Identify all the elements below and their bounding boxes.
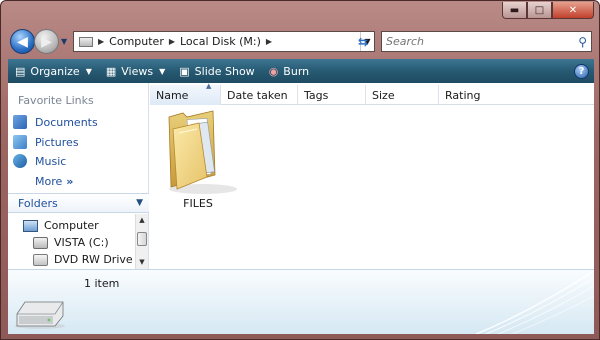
- breadcrumb-chevron-icon[interactable]: ▶: [167, 37, 177, 46]
- tree-scrollbar[interactable]: ▲ ▼: [135, 214, 148, 269]
- address-row: ◀ ▶ ▼ ▶ Computer ▶ Local Disk (M:) ▶ ▼ ⇆…: [1, 25, 599, 57]
- favorite-pictures[interactable]: Pictures: [13, 133, 79, 151]
- slideshow-label: Slide Show: [194, 64, 255, 78]
- column-headers: ▲ Name Date taken Tags Size Rating: [150, 82, 594, 105]
- dvd-drive-icon: [33, 253, 48, 266]
- item-count: 1 item: [84, 277, 120, 290]
- scrollbar-thumb[interactable]: [137, 232, 147, 246]
- search-icon[interactable]: ⚲: [578, 35, 587, 49]
- column-rating[interactable]: Rating: [439, 85, 512, 105]
- documents-icon: [13, 115, 27, 129]
- more-label: More: [35, 175, 63, 188]
- tree-item-computer[interactable]: Computer: [23, 217, 99, 234]
- minimize-button[interactable]: ▬: [502, 2, 527, 19]
- column-label: Date taken: [227, 88, 288, 102]
- burn-label: Burn: [283, 64, 310, 78]
- views-icon: ▦: [105, 64, 117, 78]
- file-item-files[interactable]: FILES: [153, 105, 243, 215]
- forward-arrow-icon: ▶: [41, 33, 52, 50]
- tree-item-label: VISTA (C:): [54, 236, 109, 249]
- scroll-down-icon[interactable]: ▼: [136, 257, 148, 268]
- column-name[interactable]: ▲ Name: [150, 82, 221, 105]
- window-controls: ▬ □ ✕: [502, 2, 594, 19]
- chevron-down-icon: ▼: [136, 198, 143, 208]
- computer-icon: [23, 219, 38, 232]
- burn-button[interactable]: ◉ Burn: [262, 59, 316, 83]
- column-label: Rating: [445, 88, 481, 102]
- tree-item-dvd[interactable]: DVD RW Drive (D: [33, 251, 135, 268]
- double-chevron-icon: »: [66, 175, 74, 188]
- organize-button[interactable]: ▤ Organize ▼: [8, 59, 99, 83]
- explorer-window: ▬ □ ✕ ◀ ▶ ▼ ▶ Computer ▶ Local Disk (M:)…: [0, 0, 600, 340]
- back-arrow-icon: ◀: [17, 33, 28, 50]
- column-label: Name: [156, 88, 189, 102]
- navigation-pane: Favorite Links Documents Pictures Music …: [8, 83, 149, 269]
- burn-disc-icon: ◉: [268, 64, 279, 78]
- title-bar[interactable]: ▬ □ ✕: [1, 1, 599, 25]
- folder-tree: Computer VISTA (C:) DVD RW Drive (D: [8, 214, 135, 269]
- hard-drive-icon: [33, 236, 48, 249]
- organize-icon: ▤: [15, 64, 26, 78]
- slideshow-icon: ▣: [179, 64, 190, 78]
- favorite-links-header: Favorite Links: [18, 94, 94, 107]
- folders-toggle[interactable]: Folders ▼: [8, 193, 149, 213]
- views-button[interactable]: ▦ Views ▼: [99, 59, 172, 83]
- back-button[interactable]: ◀: [10, 29, 35, 54]
- search-input[interactable]: [386, 35, 566, 48]
- address-bar[interactable]: ▶ Computer ▶ Local Disk (M:) ▶ ▼: [73, 31, 375, 52]
- client-area: Favorite Links Documents Pictures Music …: [8, 82, 594, 269]
- tree-item-vista[interactable]: VISTA (C:): [33, 234, 109, 251]
- breadcrumb-chevron-icon[interactable]: ▶: [96, 37, 106, 46]
- column-label: Size: [372, 88, 395, 102]
- dropdown-arrow-icon: ▼: [159, 66, 166, 76]
- pictures-icon: [13, 135, 27, 149]
- favorite-label: Documents: [35, 115, 98, 129]
- computer-icon: [79, 36, 93, 47]
- close-button[interactable]: ✕: [552, 2, 594, 19]
- slideshow-button[interactable]: ▣ Slide Show: [172, 59, 261, 83]
- file-name: FILES: [183, 197, 213, 210]
- favorite-music[interactable]: Music: [13, 152, 66, 170]
- hard-drive-icon: [15, 301, 65, 329]
- breadcrumb-chevron-icon[interactable]: ▶: [264, 37, 274, 46]
- favorite-documents[interactable]: Documents: [13, 113, 98, 131]
- more-links[interactable]: More»: [35, 175, 73, 188]
- scroll-up-icon[interactable]: ▲: [136, 215, 148, 226]
- music-icon: [13, 154, 27, 168]
- views-label: Views: [121, 64, 154, 78]
- refresh-button[interactable]: ⇆: [353, 32, 373, 51]
- details-pane: 1 item: [8, 269, 594, 334]
- sort-ascending-icon: ▲: [206, 82, 212, 90]
- folders-label: Folders: [18, 196, 58, 210]
- column-label: Tags: [304, 88, 329, 102]
- decorative-swoosh: [474, 271, 594, 334]
- breadcrumb-local-disk[interactable]: Local Disk (M:): [177, 35, 264, 48]
- dropdown-arrow-icon: ▼: [85, 66, 92, 76]
- column-size[interactable]: Size: [366, 85, 439, 105]
- column-date-taken[interactable]: Date taken: [221, 85, 298, 105]
- tree-item-label: Computer: [44, 219, 99, 232]
- favorite-label: Pictures: [35, 135, 79, 149]
- command-bar: ▤ Organize ▼ ▦ Views ▼ ▣ Slide Show ◉ Bu…: [8, 59, 594, 83]
- forward-button[interactable]: ▶: [34, 29, 59, 54]
- breadcrumb-computer[interactable]: Computer: [106, 35, 167, 48]
- recent-pages-dropdown[interactable]: ▼: [61, 37, 67, 46]
- folder-icon: [168, 110, 237, 194]
- column-tags[interactable]: Tags: [298, 85, 366, 105]
- search-box[interactable]: ⚲: [381, 31, 592, 52]
- file-list: ▲ Name Date taken Tags Size Rating FILES: [150, 82, 594, 269]
- maximize-button[interactable]: □: [527, 2, 552, 19]
- favorite-label: Music: [35, 154, 67, 168]
- tree-item-label: DVD RW Drive (D: [54, 253, 135, 266]
- organize-label: Organize: [30, 64, 80, 78]
- refresh-icon: ⇆: [357, 34, 369, 49]
- help-button[interactable]: ?: [574, 63, 589, 79]
